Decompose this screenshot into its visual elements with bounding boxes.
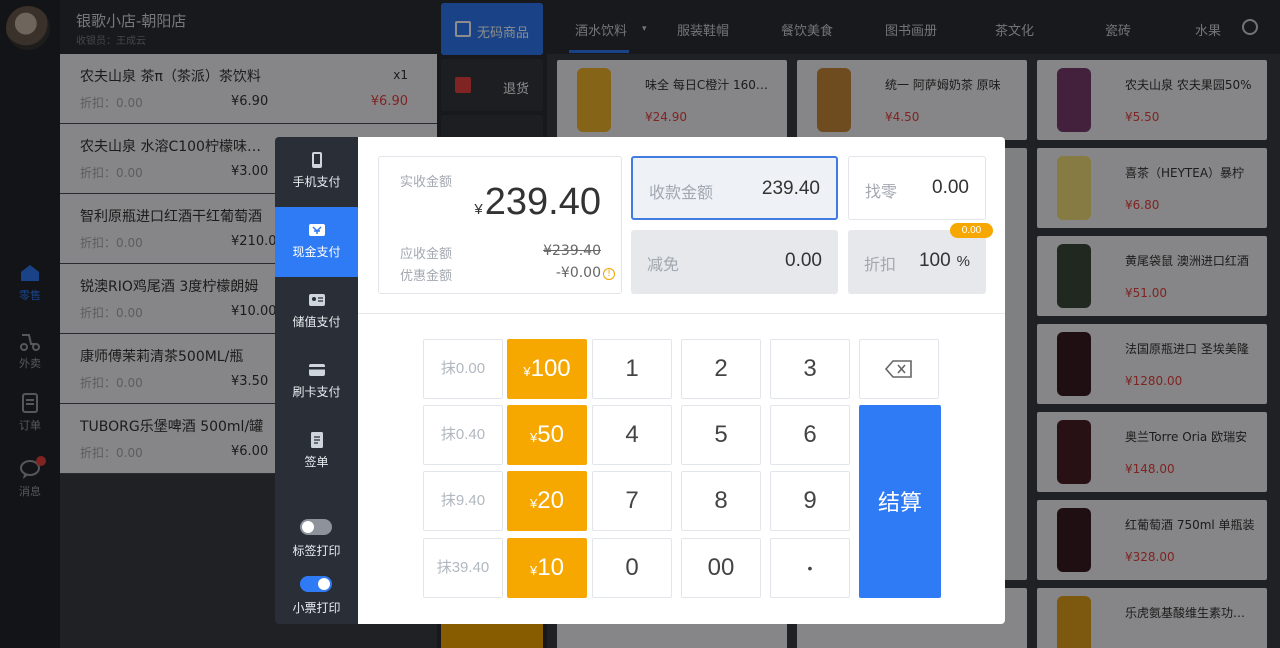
key-00[interactable]: 00 [681, 538, 761, 598]
key-1[interactable]: 1 [592, 339, 672, 399]
label-print-toggle[interactable] [300, 519, 332, 535]
key-9[interactable]: 9 [770, 471, 850, 531]
pay-method-card[interactable]: 刷卡支付 [275, 347, 358, 417]
receipt-print-toggle[interactable] [300, 576, 332, 592]
discount-badge: 0.00 [950, 223, 993, 238]
round-off-key[interactable]: 抹0.00 [423, 339, 503, 399]
collect-amount-field[interactable]: 收款金额 239.40 [631, 156, 838, 220]
due-label: 应收金额 [400, 247, 453, 262]
pay-method-sign[interactable]: 签单 [275, 417, 358, 487]
key-2[interactable]: 2 [681, 339, 761, 399]
key-4[interactable]: 4 [592, 405, 672, 465]
key-8[interactable]: 8 [681, 471, 761, 531]
cash-icon [308, 224, 325, 236]
pay-method-mobile[interactable]: 手机支付 [275, 137, 358, 207]
backspace-icon [884, 360, 912, 378]
round-off-key[interactable]: 抹39.40 [423, 538, 503, 598]
quick-cash-20[interactable]: ¥20 [507, 471, 587, 531]
cash-payment-dialog: 实收金额 ¥239.40 应收金额 ¥239.40 优惠金额 -¥0.00! 收… [358, 137, 1005, 624]
phone-icon [311, 152, 322, 168]
amount-summary: 实收金额 ¥239.40 应收金额 ¥239.40 优惠金额 -¥0.00! [378, 156, 622, 294]
key-3[interactable]: 3 [770, 339, 850, 399]
quick-cash-10[interactable]: ¥10 [507, 538, 587, 598]
credit-card-icon [308, 364, 325, 376]
pay-method-stored-value[interactable]: 储值支付 [275, 277, 358, 347]
label-print-label: 标签打印 [292, 544, 341, 558]
divider [358, 313, 1005, 314]
coupon-label: 优惠金额 [400, 269, 453, 284]
key-5[interactable]: 5 [681, 405, 761, 465]
round-off-key[interactable]: 抹0.40 [423, 405, 503, 465]
received-amount: ¥239.40 [474, 181, 601, 223]
receipt-print-label: 小票打印 [292, 601, 341, 615]
backspace-button[interactable] [859, 339, 939, 399]
key-decimal[interactable]: • [770, 538, 850, 598]
quick-cash-100[interactable]: ¥100 [507, 339, 587, 399]
payment-method-panel: 手机支付 现金支付 储值支付 刷卡支付 签单 标签打印 小票打印 [275, 137, 358, 624]
toggle-knob [318, 578, 330, 590]
checkout-button[interactable]: 结算 [859, 405, 941, 598]
change-field: 找零 0.00 [848, 156, 986, 220]
key-7[interactable]: 7 [592, 471, 672, 531]
info-icon[interactable]: ! [603, 268, 615, 280]
member-card-icon [308, 294, 325, 306]
key-6[interactable]: 6 [770, 405, 850, 465]
receipt-icon [310, 432, 323, 448]
pay-method-cash[interactable]: 现金支付 [275, 207, 358, 277]
received-label: 实收金额 [400, 175, 453, 190]
coupon-amount: -¥0.00! [556, 265, 615, 281]
reduction-field[interactable]: 减免 0.00 [631, 230, 838, 294]
discount-field[interactable]: 折扣 100% [848, 230, 986, 294]
round-off-key[interactable]: 抹9.40 [423, 471, 503, 531]
key-0[interactable]: 0 [592, 538, 672, 598]
quick-cash-50[interactable]: ¥50 [507, 405, 587, 465]
toggle-knob [302, 521, 314, 533]
due-amount: ¥239.40 [543, 243, 601, 259]
